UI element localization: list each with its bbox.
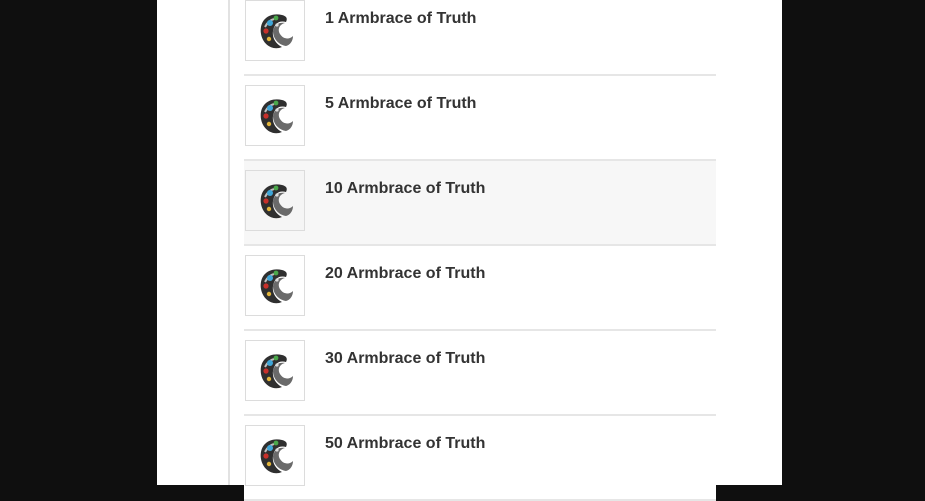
item-name[interactable]: 5 Armbrace of Truth xyxy=(325,95,476,113)
item-name[interactable]: 1 Armbrace of Truth xyxy=(325,10,476,28)
item-name[interactable]: 30 Armbrace of Truth xyxy=(325,350,485,368)
armbrace-icon xyxy=(260,354,293,389)
left-border-line xyxy=(228,0,230,485)
armbrace-icon xyxy=(260,269,293,304)
item-thumbnail[interactable] xyxy=(245,85,305,146)
list-item[interactable]: 20 Armbrace of Truth xyxy=(244,246,716,331)
item-thumbnail[interactable] xyxy=(245,340,305,401)
item-name[interactable]: 50 Armbrace of Truth xyxy=(325,435,485,453)
list-item[interactable]: 30 Armbrace of Truth xyxy=(244,331,716,416)
list-item[interactable]: 10 Armbrace of Truth xyxy=(244,161,716,246)
item-thumbnail[interactable] xyxy=(245,170,305,231)
armbrace-icon xyxy=(260,184,293,219)
content-panel: 1 Armbrace of Truth 5 Armbrace of Truth xyxy=(157,0,782,501)
list-item[interactable]: 50 Armbrace of Truth xyxy=(244,416,716,501)
list-item[interactable]: 1 Armbrace of Truth xyxy=(244,0,716,76)
item-thumbnail[interactable] xyxy=(245,425,305,486)
item-thumbnail[interactable] xyxy=(245,255,305,316)
item-list: 1 Armbrace of Truth 5 Armbrace of Truth xyxy=(244,0,716,501)
list-item[interactable]: 5 Armbrace of Truth xyxy=(244,76,716,161)
item-name[interactable]: 10 Armbrace of Truth xyxy=(325,180,485,198)
item-thumbnail[interactable] xyxy=(245,0,305,61)
armbrace-icon xyxy=(260,14,293,49)
armbrace-icon xyxy=(260,439,293,474)
item-name[interactable]: 20 Armbrace of Truth xyxy=(325,265,485,283)
armbrace-icon xyxy=(260,99,293,134)
